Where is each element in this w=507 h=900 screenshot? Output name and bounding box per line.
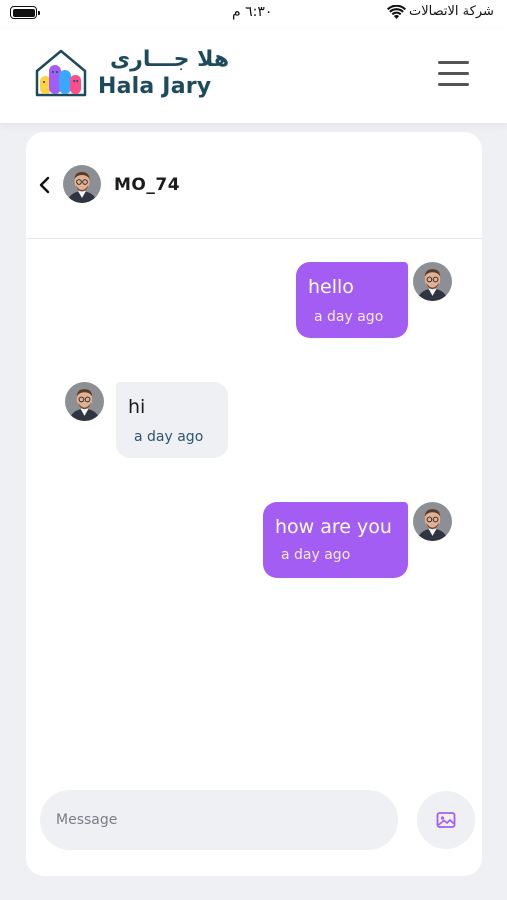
message-text: hi	[128, 396, 146, 418]
message-time: a day ago	[134, 429, 204, 445]
logo-text: Hala Jary	[98, 74, 212, 99]
message-composer	[40, 790, 398, 850]
carrier-name: شركة الاتصالات	[409, 4, 494, 19]
chat-header: MO_74	[26, 132, 482, 239]
wifi-icon	[387, 5, 406, 19]
logo-arabic-text: هلا جـــارى	[110, 47, 230, 72]
message-text: hello	[308, 276, 354, 298]
app-header: هلا جـــارى Hala Jary	[0, 30, 507, 123]
hamburger-menu-icon[interactable]	[438, 61, 470, 87]
contact-avatar[interactable]	[63, 165, 101, 203]
hala-jary-logo-icon	[35, 49, 87, 97]
message-time: a day ago	[314, 309, 384, 325]
sender-avatar	[413, 262, 452, 301]
message-bubble-outgoing: hello a day ago	[296, 262, 408, 338]
chat-card: MO_74 hello a day ago hi a day ago how a…	[26, 132, 482, 876]
message-bubble-outgoing: how are you a day ago	[263, 502, 408, 578]
message-bubble-incoming: hi a day ago	[116, 382, 228, 458]
message-input[interactable]	[56, 790, 386, 850]
chevron-left-icon[interactable]	[38, 176, 52, 194]
image-icon	[436, 812, 456, 828]
status-bar: ٦:٣٠ م شركة الاتصالات	[0, 0, 507, 30]
contact-message-avatar	[65, 382, 104, 421]
contact-name: MO_74	[114, 175, 181, 195]
sender-avatar	[413, 502, 452, 541]
status-time: ٦:٣٠ م	[232, 4, 273, 20]
attach-image-button[interactable]	[417, 791, 475, 849]
battery-icon	[10, 6, 40, 19]
message-text: how are you	[275, 516, 392, 538]
message-time: a day ago	[281, 547, 351, 563]
